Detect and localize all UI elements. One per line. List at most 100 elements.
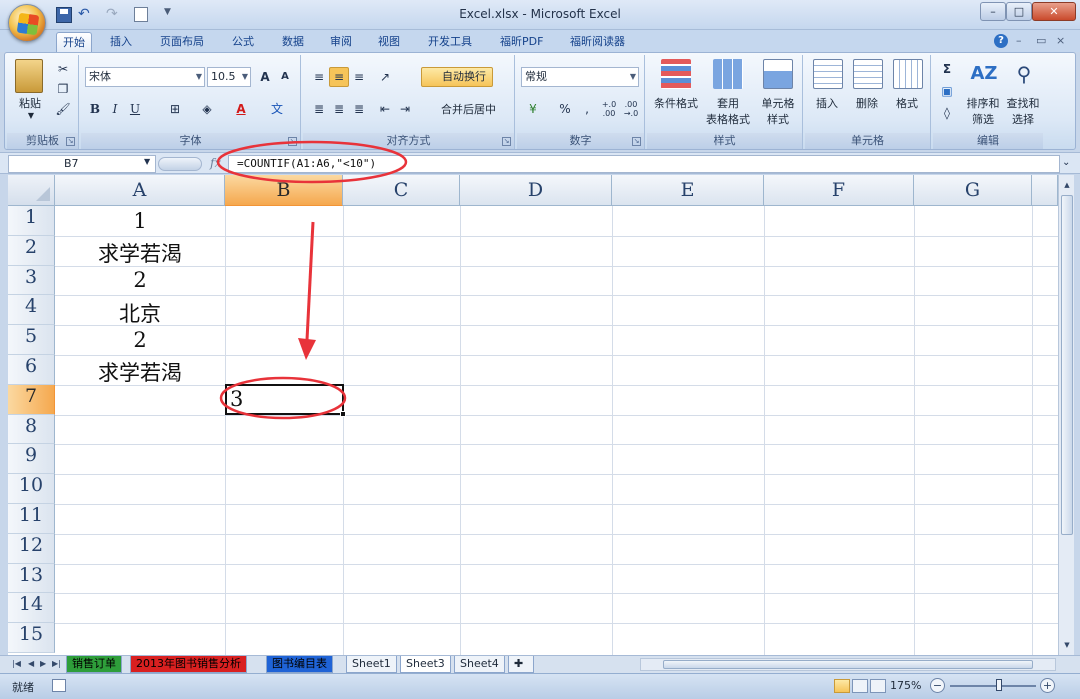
cell-styles-label-2[interactable]: 样式 [755, 111, 801, 127]
zoom-slider-track[interactable] [950, 685, 1036, 687]
last-sheet-icon[interactable]: ▶| [52, 659, 61, 668]
row-header-3[interactable]: 3 [8, 265, 55, 296]
increase-indent-icon[interactable]: ⇥ [395, 99, 415, 119]
font-color-button[interactable]: A [231, 99, 251, 119]
tab-view[interactable]: 视图 [372, 32, 406, 52]
tab-insert[interactable]: 插入 [104, 32, 138, 52]
row-header-12[interactable]: 12 [8, 533, 55, 564]
active-cell-border[interactable] [225, 384, 344, 415]
name-box-dropdown-icon[interactable]: ▼ [144, 157, 150, 166]
column-header-d[interactable]: D [460, 175, 612, 206]
format-cells-icon[interactable] [893, 59, 923, 89]
clear-icon[interactable]: ◊ [937, 103, 957, 123]
cell-a1[interactable]: 1 [55, 209, 225, 233]
tab-foxit-pdf[interactable]: 福昕PDF [494, 32, 549, 52]
conditional-format-icon[interactable] [661, 59, 691, 89]
cell-styles-icon[interactable] [763, 59, 793, 89]
align-right-icon[interactable]: ≣ [349, 99, 369, 119]
fill-handle[interactable] [340, 411, 346, 417]
row-header-5[interactable]: 5 [8, 325, 55, 355]
column-header-a[interactable]: A [55, 175, 225, 206]
column-header-g[interactable]: G [914, 175, 1032, 206]
vertical-scroll-thumb[interactable] [1061, 195, 1073, 535]
decrease-indent-icon[interactable]: ⇤ [375, 99, 395, 119]
tab-data[interactable]: 数据 [276, 32, 310, 52]
minimize-button[interactable]: – [980, 2, 1006, 21]
cell-a5[interactable]: 2 [55, 328, 225, 352]
find-select-label-1[interactable]: 查找和 [1003, 95, 1043, 111]
format-as-table-label-1[interactable]: 套用 [703, 95, 753, 111]
name-box[interactable]: B7 [8, 155, 156, 173]
cell-a3[interactable]: 2 [55, 268, 225, 292]
ribbon-minimize-icon[interactable]: – [1016, 34, 1022, 47]
row-header-4[interactable]: 4 [8, 295, 55, 326]
row-header-7[interactable]: 7 [8, 384, 55, 415]
find-select-icon[interactable]: ⚲ [1009, 59, 1039, 89]
underline-button[interactable]: U [125, 99, 145, 119]
clipboard-launcher-icon[interactable]: ↘ [66, 137, 75, 146]
formula-input[interactable]: =COUNTIF(A1:A6,"<10") [228, 155, 1060, 173]
column-header-b[interactable]: B [225, 175, 343, 206]
borders-icon[interactable]: ⊞ [165, 99, 185, 119]
number-launcher-icon[interactable]: ↘ [632, 137, 641, 146]
zoom-level[interactable]: 175% [890, 679, 921, 692]
next-sheet-icon[interactable]: ▶ [40, 659, 46, 668]
align-center-icon[interactable]: ≣ [329, 99, 349, 119]
row-header-1[interactable]: 1 [8, 206, 55, 236]
ribbon-close-icon[interactable]: × [1056, 34, 1065, 47]
sheet-tab-book-catalog[interactable]: 图书编目表 [266, 656, 333, 673]
sheet-tab-sheet3[interactable]: Sheet3 [400, 656, 451, 673]
format-cells-button[interactable]: 格式 [887, 95, 927, 111]
office-button[interactable] [8, 4, 46, 42]
zoom-out-icon[interactable]: − [930, 678, 945, 693]
insert-cells-button[interactable]: 插入 [807, 95, 847, 111]
sheet-tab-sheet1[interactable]: Sheet1 [346, 656, 397, 673]
shrink-font-button[interactable]: A [275, 67, 295, 87]
insert-sheet-icon[interactable]: ✚ [508, 656, 534, 673]
prev-sheet-icon[interactable]: ◀ [28, 659, 34, 668]
normal-view-icon[interactable] [834, 679, 850, 693]
format-as-table-label-2[interactable]: 表格格式 [699, 111, 757, 127]
column-header-partial[interactable] [1032, 175, 1058, 206]
maximize-button[interactable]: □ [1006, 2, 1032, 21]
tab-home[interactable]: 开始 [56, 32, 92, 52]
tab-review[interactable]: 审阅 [324, 32, 358, 52]
cell-a2[interactable]: 求学若渴 [55, 238, 225, 268]
cell-styles-label-1[interactable]: 单元格 [755, 95, 801, 111]
row-header-2[interactable]: 2 [8, 235, 55, 266]
decrease-decimal-icon[interactable]: .00 →.0 [621, 99, 641, 119]
bold-button[interactable]: B [85, 99, 105, 119]
fill-color-icon[interactable]: ◈ [197, 99, 217, 119]
row-header-11[interactable]: 11 [8, 504, 55, 534]
delete-cells-icon[interactable] [853, 59, 883, 89]
cell-a4[interactable]: 北京 [55, 298, 225, 328]
page-layout-view-icon[interactable] [852, 679, 868, 693]
find-select-label-2[interactable]: 选择 [1003, 111, 1043, 127]
sort-filter-label-2[interactable]: 筛选 [963, 111, 1003, 127]
sort-filter-label-1[interactable]: 排序和 [963, 95, 1003, 111]
row-header-9[interactable]: 9 [8, 444, 55, 475]
font-name-select[interactable]: 宋体 ▼ [85, 67, 205, 87]
horizontal-scrollbar[interactable] [640, 658, 1056, 671]
vertical-scrollbar[interactable]: ▲ ▼ [1058, 175, 1074, 655]
tab-page-layout[interactable]: 页面布局 [154, 32, 210, 52]
cell-a6[interactable]: 求学若渴 [55, 357, 225, 387]
cut-icon[interactable]: ✂ [53, 59, 73, 79]
fill-icon[interactable]: ▣ [937, 81, 957, 101]
scroll-down-icon[interactable]: ▼ [1061, 639, 1073, 651]
orientation-icon[interactable]: ↗ [375, 67, 395, 87]
tab-foxit-reader[interactable]: 福昕阅读器 [564, 32, 631, 52]
horizontal-scroll-thumb[interactable] [663, 660, 1033, 669]
sort-filter-icon[interactable]: AZ [969, 59, 999, 89]
wrap-text-button[interactable]: 自动换行 [421, 67, 493, 87]
row-header-8[interactable]: 8 [8, 414, 55, 445]
increase-decimal-icon[interactable]: +.0.00 [599, 99, 619, 119]
italic-button[interactable]: I [105, 99, 125, 119]
insert-cells-icon[interactable] [813, 59, 843, 89]
alignment-launcher-icon[interactable]: ↘ [502, 137, 511, 146]
row-header-6[interactable]: 6 [8, 355, 55, 385]
scroll-up-icon[interactable]: ▲ [1061, 179, 1073, 191]
zoom-in-icon[interactable]: + [1040, 678, 1055, 693]
align-left-icon[interactable]: ≣ [309, 99, 329, 119]
number-format-select[interactable]: 常规 ▼ [521, 67, 639, 87]
